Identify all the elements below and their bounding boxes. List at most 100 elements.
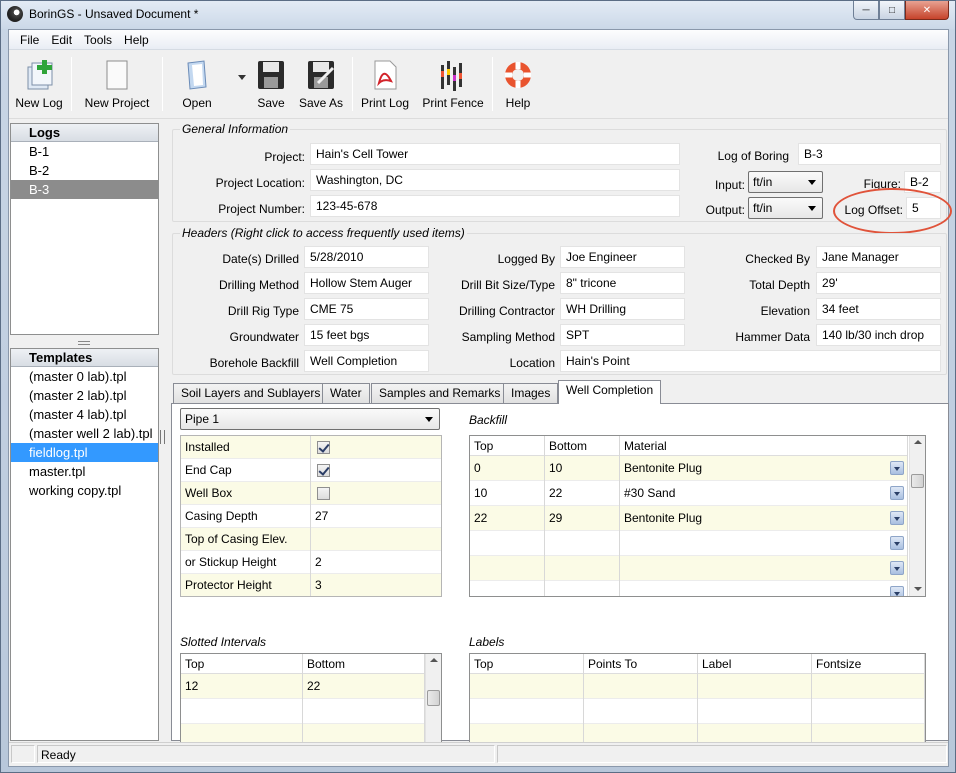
backfill-cell[interactable]: #30 Sand: [620, 481, 908, 506]
template-list-item[interactable]: (master 0 lab).tpl: [11, 367, 158, 386]
backfill-cell[interactable]: 10: [470, 481, 545, 506]
property-value[interactable]: 27: [311, 505, 441, 528]
logged-by-field[interactable]: Joe Engineer: [560, 246, 685, 268]
template-list-item[interactable]: (master well 2 lab).tpl: [11, 424, 158, 443]
location-field[interactable]: Hain's Point: [560, 350, 941, 372]
backfill-cell[interactable]: [470, 581, 545, 596]
material-dropdown-icon[interactable]: [890, 536, 904, 550]
template-list-item[interactable]: working copy.tpl: [11, 481, 158, 500]
input-units-select[interactable]: ft/in: [748, 171, 823, 193]
resize-grip-icon[interactable]: [160, 430, 165, 444]
tab-well-completion[interactable]: Well Completion: [558, 380, 662, 404]
slotted-col-header[interactable]: Top: [181, 654, 303, 674]
log-list-item[interactable]: B-3: [11, 180, 158, 199]
pipe-select[interactable]: Pipe 1: [180, 408, 440, 430]
backfill-col-header[interactable]: Top: [470, 436, 545, 456]
scroll-up-icon[interactable]: [910, 436, 925, 450]
labels-cell[interactable]: [698, 674, 812, 699]
panel-splitter[interactable]: [9, 339, 158, 347]
tab-water[interactable]: Water: [322, 383, 370, 403]
material-dropdown-icon[interactable]: [890, 586, 904, 596]
groundwater-field[interactable]: 15 feet bgs: [304, 324, 429, 346]
property-checkbox[interactable]: [317, 464, 330, 477]
open-button[interactable]: Open: [175, 59, 219, 110]
backfill-cell[interactable]: 0: [470, 456, 545, 481]
property-value[interactable]: [311, 459, 441, 482]
backfill-cell[interactable]: 22: [545, 481, 620, 506]
save-as-button[interactable]: Save As: [296, 59, 346, 110]
labels-cell[interactable]: [812, 674, 925, 699]
elevation-field[interactable]: 34 feet: [816, 298, 941, 320]
template-list-item[interactable]: master.tpl: [11, 462, 158, 481]
scroll-down-icon[interactable]: [910, 582, 925, 596]
backfill-cell[interactable]: [620, 556, 908, 581]
property-value[interactable]: 2: [311, 551, 441, 574]
dates-drilled-field[interactable]: 5/28/2010: [304, 246, 429, 268]
slotted-cell[interactable]: [181, 699, 303, 724]
help-button[interactable]: Help: [501, 59, 535, 110]
project-location-field[interactable]: Washington, DC: [310, 169, 680, 191]
backfill-cell[interactable]: [545, 556, 620, 581]
new-project-button[interactable]: New Project: [81, 59, 153, 110]
slotted-cell[interactable]: 22: [303, 674, 425, 699]
menu-edit[interactable]: Edit: [45, 33, 78, 47]
backfill-cell[interactable]: Bentonite Plug: [620, 506, 908, 531]
tab-samples-remarks[interactable]: Samples and Remarks: [371, 383, 509, 403]
new-log-button[interactable]: New Log: [13, 59, 65, 110]
material-dropdown-icon[interactable]: [890, 511, 904, 525]
close-button[interactable]: ✕: [905, 1, 949, 20]
project-number-field[interactable]: 123-45-678: [310, 195, 680, 217]
drilling-method-field[interactable]: Hollow Stem Auger: [304, 272, 429, 294]
labels-cell[interactable]: [812, 699, 925, 724]
labels-col-header[interactable]: Top: [470, 654, 584, 674]
maximize-button[interactable]: □: [879, 1, 905, 20]
tab-images[interactable]: Images: [503, 383, 559, 403]
property-value[interactable]: 3: [311, 574, 441, 596]
tab-soil-layers[interactable]: Soil Layers and Sublayers: [173, 383, 329, 403]
backfill-col-header[interactable]: Material: [620, 436, 908, 456]
hammer-data-field[interactable]: 140 lb/30 inch drop: [816, 324, 941, 346]
print-fence-button[interactable]: Print Fence: [421, 59, 485, 110]
log-list-item[interactable]: B-1: [11, 142, 158, 161]
backfill-cell[interactable]: 29: [545, 506, 620, 531]
backfill-cell[interactable]: [620, 581, 908, 596]
menu-help[interactable]: Help: [118, 33, 155, 47]
checked-by-field[interactable]: Jane Manager: [816, 246, 941, 268]
drill-rig-field[interactable]: CME 75: [304, 298, 429, 320]
scroll-thumb[interactable]: [427, 690, 440, 706]
labels-cell[interactable]: [584, 674, 698, 699]
property-checkbox[interactable]: [317, 441, 330, 454]
template-list-item[interactable]: (master 4 lab).tpl: [11, 405, 158, 424]
backfill-cell[interactable]: [545, 581, 620, 596]
labels-col-header[interactable]: Label: [698, 654, 812, 674]
template-list-item[interactable]: (master 2 lab).tpl: [11, 386, 158, 405]
slotted-cell[interactable]: 12: [181, 674, 303, 699]
labels-col-header[interactable]: Points To: [584, 654, 698, 674]
scroll-up-icon[interactable]: [426, 654, 441, 668]
backfill-cell[interactable]: 10: [545, 456, 620, 481]
property-value[interactable]: [311, 482, 441, 505]
open-dropdown-icon[interactable]: [238, 75, 246, 80]
property-value[interactable]: [311, 436, 441, 459]
menu-tools[interactable]: Tools: [78, 33, 118, 47]
menu-file[interactable]: File: [14, 33, 45, 47]
log-of-boring-field[interactable]: B-3: [798, 143, 941, 165]
minimize-button[interactable]: ─: [853, 1, 879, 20]
borehole-backfill-field[interactable]: Well Completion: [304, 350, 429, 372]
drilling-contractor-field[interactable]: WH Drilling: [560, 298, 685, 320]
sampling-method-field[interactable]: SPT: [560, 324, 685, 346]
total-depth-field[interactable]: 29': [816, 272, 941, 294]
labels-cell[interactable]: [470, 674, 584, 699]
property-checkbox[interactable]: [317, 487, 330, 500]
backfill-scrollbar[interactable]: [909, 436, 925, 596]
backfill-cell[interactable]: [545, 531, 620, 556]
save-button[interactable]: Save: [253, 59, 289, 110]
print-log-button[interactable]: Print Log: [359, 59, 411, 110]
scroll-thumb[interactable]: [911, 474, 924, 488]
labels-cell[interactable]: [584, 699, 698, 724]
backfill-cell[interactable]: Bentonite Plug: [620, 456, 908, 481]
log-list-item[interactable]: B-2: [11, 161, 158, 180]
slotted-col-header[interactable]: Bottom: [303, 654, 425, 674]
output-units-select[interactable]: ft/in: [748, 197, 823, 219]
material-dropdown-icon[interactable]: [890, 561, 904, 575]
